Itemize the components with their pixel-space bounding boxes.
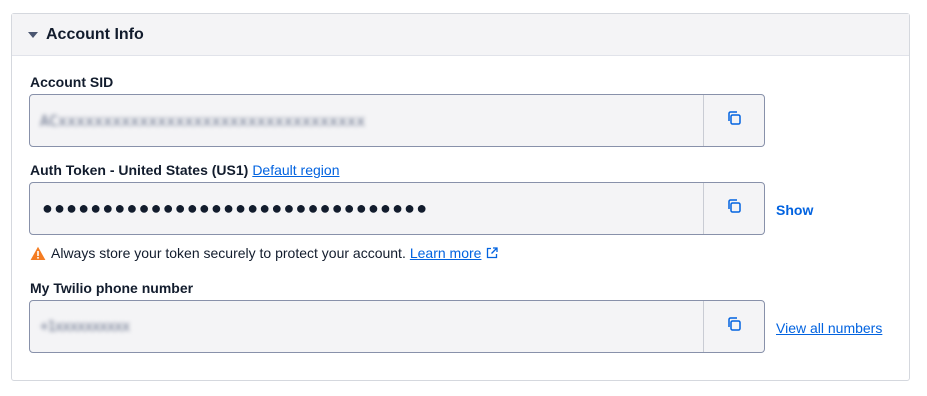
caret-down-icon[interactable] [28, 32, 38, 38]
account-sid-label: Account SID [30, 74, 113, 90]
phone-number-value-wrap[interactable]: +1xxxxxxxxxx [30, 301, 703, 352]
section-title: Account Info [46, 25, 144, 43]
external-link-icon[interactable] [486, 247, 499, 259]
account-sid-value-wrap[interactable]: ACxxxxxxxxxxxxxxxxxxxxxxxxxxxxxxxxxx [30, 95, 703, 146]
phone-number-value: +1xxxxxxxxxx [40, 318, 130, 335]
warning-text: Always store your token securely to prot… [51, 245, 406, 261]
view-all-numbers-link[interactable]: View all numbers [776, 320, 882, 336]
learn-more-link[interactable]: Learn more [410, 245, 482, 261]
auth-token-masked-value: ●●●●●●●●●●●●●●●●●●●●●●●●●●●●●●●● [42, 198, 429, 218]
copy-phone-number-button[interactable] [703, 301, 764, 352]
account-info-header[interactable]: Account Info [12, 14, 909, 56]
auth-token-field[interactable]: ●●●●●●●●●●●●●●●●●●●●●●●●●●●●●●●● [29, 182, 765, 235]
copy-account-sid-button[interactable] [703, 95, 764, 146]
show-token-button[interactable]: Show [776, 202, 813, 218]
phone-number-label: My Twilio phone number [30, 280, 193, 296]
phone-number-label-text: My Twilio phone number [30, 280, 194, 296]
account-sid-label-text: Account SID [30, 74, 114, 90]
auth-token-label-text: Auth Token - United States (US1) [30, 162, 249, 178]
token-warning: Always store your token securely to prot… [30, 245, 499, 261]
copy-icon [726, 110, 742, 131]
phone-number-field[interactable]: +1xxxxxxxxxx [29, 300, 765, 353]
copy-icon [726, 316, 742, 337]
default-region-link[interactable]: Default region [252, 162, 339, 178]
account-sid-value: ACxxxxxxxxxxxxxxxxxxxxxxxxxxxxxxxxxx [40, 111, 366, 130]
auth-token-value-wrap[interactable]: ●●●●●●●●●●●●●●●●●●●●●●●●●●●●●●●● [30, 183, 703, 234]
copy-icon [726, 198, 742, 219]
warning-icon [30, 246, 46, 261]
auth-token-label: Auth Token - United States (US1) Default … [30, 162, 339, 178]
copy-auth-token-button[interactable] [703, 183, 764, 234]
account-sid-field[interactable]: ACxxxxxxxxxxxxxxxxxxxxxxxxxxxxxxxxxx [29, 94, 765, 147]
account-info-card: Account Info Account SID ACxxxxxxxxxxxxx… [11, 13, 910, 381]
